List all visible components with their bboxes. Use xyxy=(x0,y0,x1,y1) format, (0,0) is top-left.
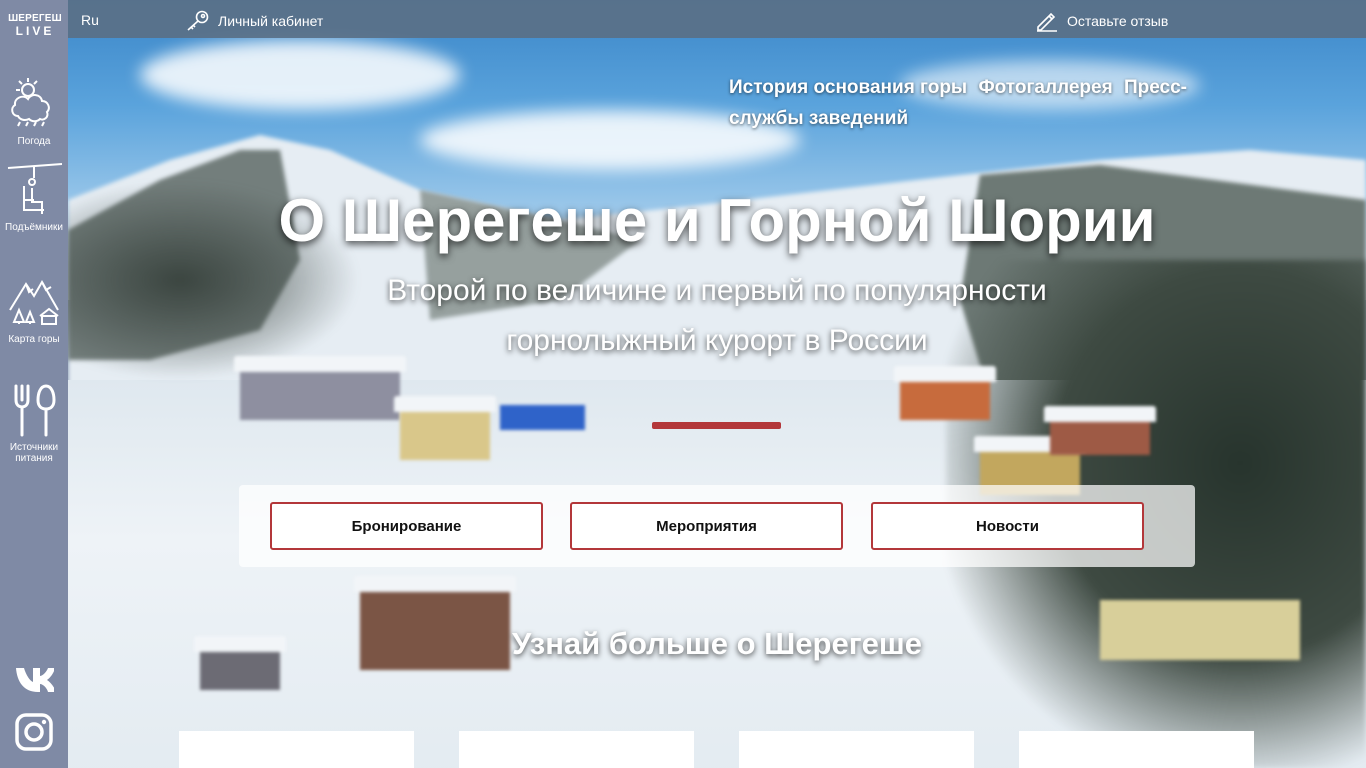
sidebar-item-map[interactable]: Карта горы xyxy=(0,266,68,345)
info-card[interactable] xyxy=(739,731,974,768)
menu-link-gallery[interactable]: Фотогаллерея xyxy=(978,77,1112,98)
info-card[interactable] xyxy=(459,731,694,768)
weather-icon xyxy=(11,78,50,127)
instagram-icon xyxy=(15,713,53,751)
info-card[interactable] xyxy=(179,731,414,768)
logo-line2: LIVE xyxy=(15,24,55,38)
top-menu: История основания горы Фотогаллерея Прес… xyxy=(729,72,1249,134)
pencil-icon xyxy=(1037,12,1057,32)
key-icon xyxy=(187,10,209,31)
sidebar-item-weather[interactable]: Погода xyxy=(0,76,68,147)
sidebar-item-label: Источники питания xyxy=(9,442,59,464)
mountain-map-icon xyxy=(9,279,59,325)
vk-link[interactable] xyxy=(14,658,56,698)
leave-review-link[interactable]: Оставьте отзыв xyxy=(1035,10,1168,32)
sidebar-item-lifts[interactable]: Подъёмники xyxy=(0,162,68,233)
sidebar: ШЕРЕГЕШ LIVE Погода Подъёмники Карта гор… xyxy=(0,0,68,768)
building xyxy=(394,396,496,460)
page-title: О Шерегеше и Горной Шории xyxy=(278,187,1156,254)
accent-divider xyxy=(652,422,781,429)
instagram-link[interactable] xyxy=(14,712,54,752)
review-label: Оставьте отзыв xyxy=(1067,13,1169,29)
language-switcher[interactable]: Ru xyxy=(81,12,99,28)
sidebar-item-label: Подъёмники xyxy=(5,222,63,233)
news-button[interactable]: Новости xyxy=(871,502,1144,550)
sidebar-item-food[interactable]: Источники питания xyxy=(0,382,68,464)
fork-spoon-icon xyxy=(14,384,56,437)
ski-lift-icon xyxy=(7,163,62,214)
section-heading: Узнай больше о Шерегеше xyxy=(512,626,922,661)
personal-cabinet-link[interactable]: Личный кабинет xyxy=(186,10,323,32)
cabinet-label: Личный кабинет xyxy=(218,13,324,29)
info-card[interactable] xyxy=(1019,731,1254,768)
sidebar-item-label: Карта горы xyxy=(8,334,60,345)
menu-link-history[interactable]: История основания горы xyxy=(729,77,967,98)
top-bar: Ru Личный кабинет Оставьте отзыв xyxy=(68,0,1366,38)
site-logo[interactable]: ШЕРЕГЕШ LIVE xyxy=(6,13,64,38)
action-panel: Бронирование Мероприятия Новости xyxy=(239,485,1195,567)
booking-button[interactable]: Бронирование xyxy=(270,502,543,550)
page-subtitle: Второй по величине и первый по популярно… xyxy=(387,274,1047,357)
sidebar-item-label: Погода xyxy=(17,136,51,147)
vk-icon xyxy=(16,668,56,692)
building xyxy=(1044,406,1156,455)
building xyxy=(500,405,585,430)
logo-line1: ШЕРЕГЕШ xyxy=(8,13,62,24)
building xyxy=(234,356,406,420)
building xyxy=(894,366,996,420)
events-button[interactable]: Мероприятия xyxy=(570,502,843,550)
